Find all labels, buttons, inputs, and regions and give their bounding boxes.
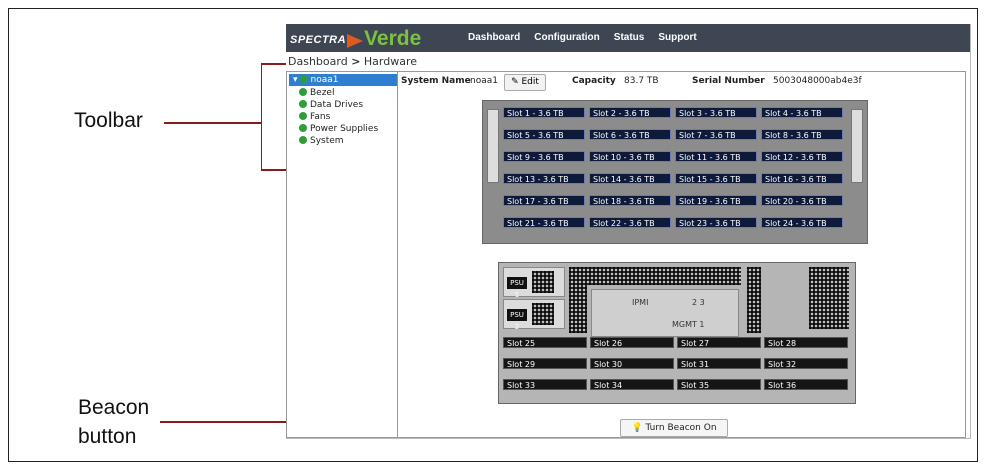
psu-fan-grille-icon xyxy=(532,303,554,325)
toolbar-callout-line xyxy=(164,122,262,124)
rear-drive-slot[interactable]: Slot 29 xyxy=(503,358,587,369)
front-drive-slot[interactable]: Slot 2 - 3.6 TB xyxy=(589,107,671,118)
breadcrumb: Dashboard > Hardware xyxy=(288,55,417,68)
front-drive-slot[interactable]: Slot 18 - 3.6 TB xyxy=(589,195,671,206)
vent-grille-side xyxy=(569,285,587,333)
capacity-value: 83.7 TB xyxy=(624,76,659,86)
status-ok-icon xyxy=(299,112,307,120)
front-drive-slot[interactable]: Slot 10 - 3.6 TB xyxy=(589,151,671,162)
front-drive-slot[interactable]: Slot 9 - 3.6 TB xyxy=(503,151,585,162)
rear-drive-slot[interactable]: Slot 30 xyxy=(590,358,674,369)
main-nav: Dashboard Configuration Status Support xyxy=(468,32,697,43)
hardware-tree-sidebar: ▾ noaa1 Bezel Data Drives Fans Power Supp… xyxy=(287,72,398,437)
status-ok-icon xyxy=(299,124,307,132)
front-drive-slot[interactable]: Slot 12 - 3.6 TB xyxy=(761,151,843,162)
front-drive-slot[interactable]: Slot 14 - 3.6 TB xyxy=(589,173,671,184)
hardware-panel: ▾ noaa1 Bezel Data Drives Fans Power Supp… xyxy=(286,71,966,438)
turn-beacon-on-button[interactable]: 💡 Turn Beacon On xyxy=(620,419,728,437)
front-drive-slot[interactable]: Slot 23 - 3.6 TB xyxy=(675,217,757,228)
front-drive-slot[interactable]: Slot 11 - 3.6 TB xyxy=(675,151,757,162)
status-ok-icon xyxy=(299,75,308,83)
rear-drive-slot[interactable]: Slot 35 xyxy=(677,379,761,390)
front-drive-slot[interactable]: Slot 22 - 3.6 TB xyxy=(589,217,671,228)
psu-2[interactable]: PSU 2 xyxy=(503,299,565,331)
pcie-cards xyxy=(809,267,849,329)
status-ok-icon xyxy=(299,136,307,144)
nav-configuration[interactable]: Configuration xyxy=(534,32,600,43)
psu-1[interactable]: PSU 1 xyxy=(503,267,565,299)
front-drive-slot[interactable]: Slot 24 - 3.6 TB xyxy=(761,217,843,228)
breadcrumb-dashboard[interactable]: Dashboard xyxy=(288,55,348,68)
rear-chassis: PSU 1 PSU 2 IPMI 2 3 MGMT 1 Slot 25 Slot … xyxy=(498,262,856,404)
front-drive-slot[interactable]: Slot 4 - 3.6 TB xyxy=(761,107,843,118)
front-drive-slot[interactable]: Slot 17 - 3.6 TB xyxy=(503,195,585,206)
io-module xyxy=(747,267,761,333)
lightbulb-icon: 💡 xyxy=(631,423,643,433)
app-window: SPECTRA Verde Dashboard Configuration Sta… xyxy=(286,24,971,439)
front-drive-slot[interactable]: Slot 7 - 3.6 TB xyxy=(675,129,757,140)
tree-item-noaa1[interactable]: ▾ noaa1 xyxy=(289,74,397,86)
front-drive-slot[interactable]: Slot 5 - 3.6 TB xyxy=(503,129,585,140)
rear-drive-slot[interactable]: Slot 36 xyxy=(764,379,848,390)
logo-mark-icon xyxy=(347,33,364,48)
rear-drive-slot[interactable]: Slot 27 xyxy=(677,337,761,348)
front-drive-slot[interactable]: Slot 16 - 3.6 TB xyxy=(761,173,843,184)
rear-drive-slot[interactable]: Slot 33 xyxy=(503,379,587,390)
front-chassis: Slot 1 - 3.6 TB Slot 2 - 3.6 TB Slot 3 - 3… xyxy=(482,100,868,244)
front-drive-slot[interactable]: Slot 8 - 3.6 TB xyxy=(761,129,843,140)
tree-item-power-supplies[interactable]: Power Supplies xyxy=(299,124,378,134)
spectra-verde-logo[interactable]: SPECTRA Verde xyxy=(290,27,421,51)
breadcrumb-separator: > xyxy=(351,55,361,68)
edit-system-name-button[interactable]: ✎ Edit xyxy=(504,74,546,91)
tree-item-system[interactable]: System xyxy=(299,136,344,146)
status-ok-icon xyxy=(299,88,307,96)
serial-number-label: Serial Number xyxy=(692,76,765,86)
toolbar-callout-label: Toolbar xyxy=(74,109,143,132)
nav-support[interactable]: Support xyxy=(658,32,696,43)
ipmi-panel: IPMI 2 3 MGMT 1 xyxy=(591,289,739,337)
psu-fan-grille-icon xyxy=(532,271,554,293)
top-navigation-bar: SPECTRA Verde Dashboard Configuration Sta… xyxy=(286,24,970,52)
front-left-handle xyxy=(487,109,499,183)
front-drive-slot[interactable]: Slot 20 - 3.6 TB xyxy=(761,195,843,206)
vent-grille xyxy=(569,267,741,285)
nav-status[interactable]: Status xyxy=(614,32,645,43)
breadcrumb-hardware: Hardware xyxy=(363,55,418,68)
rear-drive-slot[interactable]: Slot 28 xyxy=(764,337,848,348)
toolbar-bracket xyxy=(261,63,262,170)
rear-drive-slot[interactable]: Slot 26 xyxy=(590,337,674,348)
tree-item-bezel[interactable]: Bezel xyxy=(299,88,334,98)
rear-drive-slot[interactable]: Slot 32 xyxy=(764,358,848,369)
front-drive-slot[interactable]: Slot 6 - 3.6 TB xyxy=(589,129,671,140)
serial-number-value: 5003048000ab4e3f xyxy=(773,76,862,86)
status-ok-icon xyxy=(299,100,307,108)
system-name-value: noaa1 xyxy=(470,76,498,86)
front-drive-slot[interactable]: Slot 1 - 3.6 TB xyxy=(503,107,585,118)
front-drive-slot[interactable]: Slot 19 - 3.6 TB xyxy=(675,195,757,206)
rear-drive-slot[interactable]: Slot 25 xyxy=(503,337,587,348)
front-drive-slot[interactable]: Slot 13 - 3.6 TB xyxy=(503,173,585,184)
beacon-callout-label-2: button xyxy=(78,425,137,448)
front-right-handle xyxy=(851,109,863,183)
front-drive-slot[interactable]: Slot 15 - 3.6 TB xyxy=(675,173,757,184)
hardware-main: System Name noaa1 ✎ Edit Capacity 83.7 T… xyxy=(398,72,964,437)
tree-item-fans[interactable]: Fans xyxy=(299,112,330,122)
beacon-callout-label-1: Beacon xyxy=(78,396,150,419)
capacity-label: Capacity xyxy=(572,76,616,86)
nav-dashboard[interactable]: Dashboard xyxy=(468,32,520,43)
pencil-icon: ✎ xyxy=(511,77,519,87)
rear-drive-slot[interactable]: Slot 34 xyxy=(590,379,674,390)
front-drive-slot[interactable]: Slot 3 - 3.6 TB xyxy=(675,107,757,118)
tree-item-data-drives[interactable]: Data Drives xyxy=(299,100,363,110)
rear-drive-slot[interactable]: Slot 31 xyxy=(677,358,761,369)
system-name-label: System Name xyxy=(401,76,471,86)
front-drive-slot[interactable]: Slot 21 - 3.6 TB xyxy=(503,217,585,228)
